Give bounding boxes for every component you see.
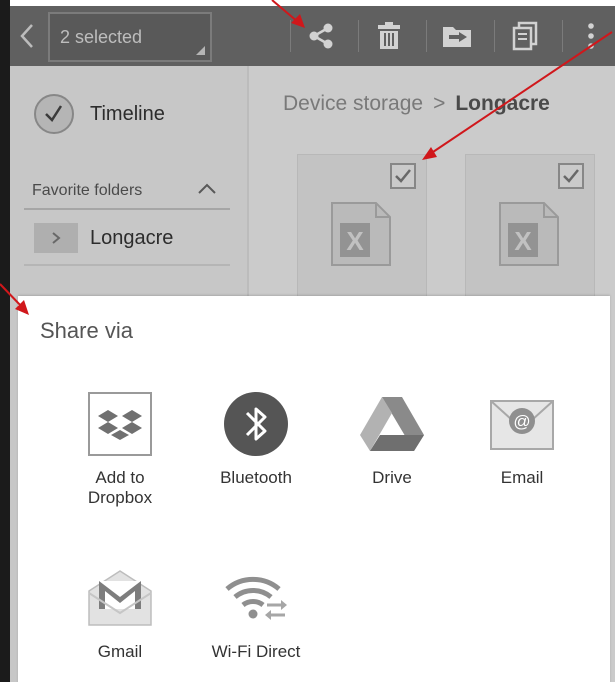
device-screen: 2 selected Timeline Favorite folders Lon…	[10, 6, 615, 682]
share-via-dialog: Share via Add to Dropbox Bluetooth Drive…	[18, 296, 610, 682]
drive-icon	[358, 390, 426, 458]
page-top-margin	[0, 0, 615, 6]
gmail-icon	[86, 564, 154, 632]
share-option-label: Email	[500, 468, 544, 487]
share-option-drive[interactable]: Drive	[322, 390, 462, 488]
share-option-label: Wi-Fi Direct	[211, 642, 301, 661]
bluetooth-icon	[222, 390, 290, 458]
device-frame-edge	[0, 0, 10, 682]
share-option-bluetooth[interactable]: Bluetooth	[186, 390, 326, 488]
wifi-direct-icon	[222, 564, 290, 632]
share-option-dropbox[interactable]: Add to Dropbox	[50, 390, 190, 508]
email-icon: @	[488, 390, 556, 458]
svg-text:@: @	[513, 412, 530, 431]
share-option-label: Gmail	[97, 642, 143, 661]
dropbox-icon	[86, 390, 154, 458]
share-option-label: Add to Dropbox	[87, 468, 153, 507]
share-option-gmail[interactable]: Gmail	[50, 564, 190, 662]
dialog-title: Share via	[40, 318, 133, 343]
share-option-email[interactable]: @ Email	[452, 390, 592, 488]
share-option-wifi-direct[interactable]: Wi-Fi Direct	[186, 564, 326, 662]
share-option-label: Drive	[372, 468, 412, 487]
share-option-label: Bluetooth	[220, 468, 292, 487]
